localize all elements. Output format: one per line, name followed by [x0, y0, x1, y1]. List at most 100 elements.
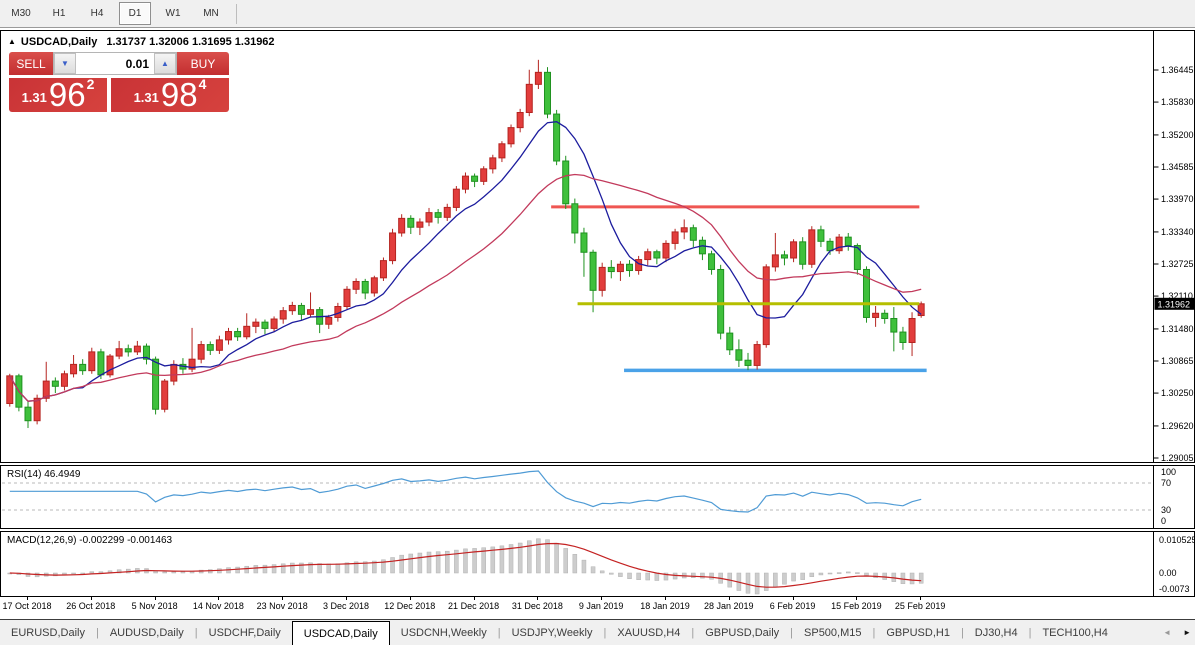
timeframe-button-w1[interactable]: W1: [157, 2, 189, 25]
candle-body: [689, 227, 697, 241]
volume-input[interactable]: 0.01: [76, 53, 154, 74]
date-label: 31 Dec 2018: [511, 601, 563, 611]
candle-body: [370, 277, 378, 294]
bid-price-big-digits: 96: [48, 76, 86, 113]
timeframe-button-mn[interactable]: MN: [195, 2, 227, 25]
macd-bar: [399, 554, 404, 574]
candle-body: [106, 355, 114, 376]
macd-bar: [627, 572, 632, 579]
tab-scroll-right-icon[interactable]: ►: [1183, 628, 1191, 637]
date-tick: [920, 597, 922, 600]
ask-price-box[interactable]: 1.31 98 4: [111, 76, 229, 112]
candle-body: [817, 229, 825, 242]
candle-body: [379, 260, 387, 279]
macd-bar: [745, 572, 751, 594]
candle-body: [443, 206, 451, 218]
macd-axis-label: 0.010525: [1159, 535, 1194, 545]
candle-body: [516, 112, 524, 129]
timeframe-button-h4[interactable]: H4: [81, 2, 113, 25]
chart-tab-dj30[interactable]: DJ30,H4: [964, 620, 1029, 645]
candle-body: [197, 344, 205, 360]
candle-body: [79, 363, 87, 372]
date-label: 23 Nov 2018: [256, 601, 308, 611]
candle-body: [152, 358, 160, 410]
sell-button[interactable]: SELL: [9, 52, 53, 75]
macd-bar: [782, 572, 787, 585]
chart-tab-sp500[interactable]: SP500,M15: [793, 620, 872, 645]
price-axis-label: 1.36445: [1161, 65, 1194, 75]
candle-body: [780, 254, 788, 259]
price-axis-label: 1.35830: [1161, 97, 1194, 107]
candle-body: [543, 71, 551, 115]
macd-bar: [572, 554, 578, 574]
chart-tab-xauusd[interactable]: XAUUSD,H4: [606, 620, 691, 645]
candle-body: [325, 316, 333, 325]
candle-body: [735, 349, 743, 361]
candle-body: [626, 263, 634, 272]
chart-tab-eurusd[interactable]: EURUSD,Daily: [0, 620, 96, 645]
buy-button[interactable]: BUY: [177, 52, 229, 75]
candle-body: [753, 344, 761, 366]
chart-tab-audusd[interactable]: AUDUSD,Daily: [99, 620, 195, 645]
chart-tab-usdjpy[interactable]: USDJPY,Weekly: [501, 620, 604, 645]
candle-body: [343, 288, 351, 308]
candle-body: [416, 221, 424, 228]
date-tick: [856, 597, 858, 600]
timeframe-button-d1[interactable]: D1: [119, 2, 151, 25]
macd-bar: [809, 572, 815, 577]
macd-label: MACD(12,26,9) -0.002299 -0.001463: [7, 535, 173, 546]
candle-body: [206, 344, 214, 351]
volume-decrease-button[interactable]: ▼: [54, 53, 76, 74]
price-axis-label: 1.34585: [1161, 162, 1194, 172]
chart-tab-gbpusd[interactable]: GBPUSD,Daily: [694, 620, 790, 645]
macd-canvas[interactable]: 0.010525 0.00 -0.0073: [1, 532, 1194, 596]
candle-body: [799, 241, 807, 265]
candle-body: [908, 318, 916, 343]
tab-scroll-controls: ◄ ►: [1155, 620, 1191, 645]
rsi-canvas[interactable]: 10070 300: [1, 466, 1194, 528]
chart-tab-usdcad[interactable]: USDCAD,Daily: [291, 621, 390, 645]
candle-body: [671, 231, 679, 244]
timeframe-button-m30[interactable]: M30: [5, 2, 37, 25]
chart-tab-usdcnh[interactable]: USDCNH,Weekly: [390, 620, 498, 645]
trading-terminal: M30 H1 H4 D1 W1 MN ▲ USDCAD,Daily 1.31737 1.3…: [0, 0, 1195, 645]
timeframe-button-h1[interactable]: H1: [43, 2, 75, 25]
macd-bar: [390, 557, 395, 574]
macd-bar: [618, 572, 623, 577]
chart-tab-tech100[interactable]: TECH100,H4: [1031, 620, 1118, 645]
candle-body: [234, 331, 242, 338]
date-label: 26 Oct 2018: [66, 601, 116, 611]
chart-tab-usdchf[interactable]: USDCHF,Daily: [198, 620, 292, 645]
macd-bar: [754, 572, 760, 595]
candle-body: [252, 321, 260, 327]
chart-title: ▲ USDCAD,Daily 1.31737 1.32006 1.31695 1…: [8, 36, 275, 48]
bid-price-box[interactable]: 1.31 96 2: [9, 76, 107, 113]
date-tick: [154, 597, 156, 600]
chart-symbol-label: USDCAD,Daily: [20, 36, 98, 48]
candle-body: [70, 363, 78, 375]
current-price-tag-label: 1.31962: [1158, 299, 1191, 309]
date-tick: [26, 597, 28, 600]
candle-body: [498, 143, 506, 159]
tab-scroll-left-icon[interactable]: ◄: [1163, 628, 1171, 637]
candle-body: [717, 268, 725, 334]
volume-increase-button[interactable]: ▲: [154, 53, 176, 74]
macd-bar: [563, 548, 568, 574]
timeframe-toolbar: M30 H1 H4 D1 W1 MN: [0, 0, 1195, 28]
candle-body: [525, 83, 533, 114]
candle-body: [662, 242, 670, 259]
date-label: 5 Nov 2018: [131, 601, 178, 611]
date-label: 14 Nov 2018: [192, 601, 244, 611]
date-tick: [792, 597, 794, 600]
candle-body: [389, 232, 397, 262]
main-chart-panel: ▲ USDCAD,Daily 1.31737 1.32006 1.31695 1…: [0, 30, 1195, 463]
candle-body: [790, 241, 798, 259]
macd-bar: [326, 563, 332, 574]
candle-body: [133, 345, 141, 353]
chart-tab-gbpusd[interactable]: GBPUSD,H1: [875, 620, 961, 645]
chart-ohlc-values: 1.31737 1.32006 1.31695 1.31962: [106, 36, 275, 48]
macd-bar: [235, 566, 240, 574]
candle-body: [215, 339, 223, 351]
macd-bar: [864, 572, 869, 576]
candle-body: [589, 251, 597, 291]
